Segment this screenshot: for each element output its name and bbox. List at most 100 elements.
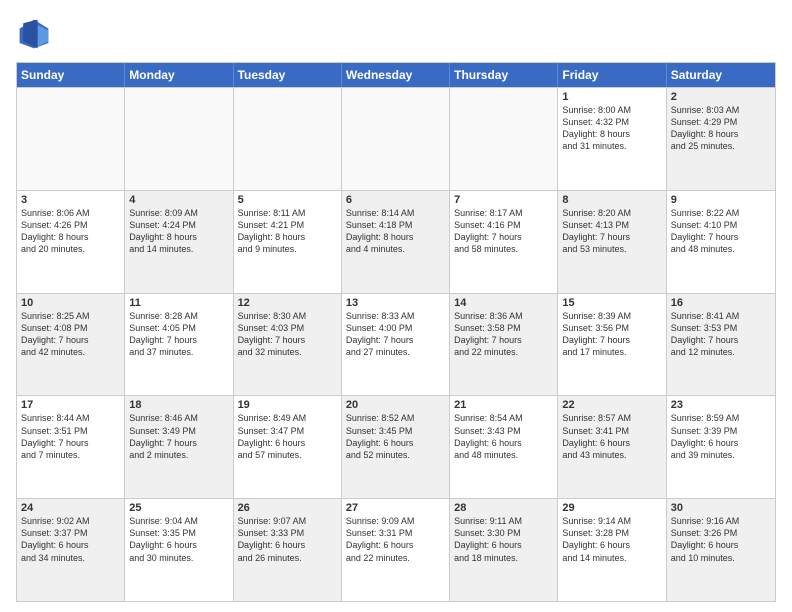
- day-number: 17: [21, 399, 120, 411]
- day-number: 19: [238, 399, 337, 411]
- day-info: Sunrise: 8:57 AM Sunset: 3:41 PM Dayligh…: [562, 412, 661, 461]
- day-info: Sunrise: 8:41 AM Sunset: 3:53 PM Dayligh…: [671, 310, 771, 359]
- logo: [16, 16, 56, 52]
- day-number: 15: [562, 297, 661, 309]
- day-number: 8: [562, 194, 661, 206]
- cal-cell: 20Sunrise: 8:52 AM Sunset: 3:45 PM Dayli…: [342, 396, 450, 498]
- cal-header-cell: Thursday: [450, 63, 558, 87]
- day-info: Sunrise: 8:44 AM Sunset: 3:51 PM Dayligh…: [21, 412, 120, 461]
- logo-icon: [16, 16, 52, 52]
- day-info: Sunrise: 8:06 AM Sunset: 4:26 PM Dayligh…: [21, 207, 120, 256]
- day-info: Sunrise: 9:14 AM Sunset: 3:28 PM Dayligh…: [562, 515, 661, 564]
- calendar: SundayMondayTuesdayWednesdayThursdayFrid…: [16, 62, 776, 602]
- cal-cell: 13Sunrise: 8:33 AM Sunset: 4:00 PM Dayli…: [342, 294, 450, 396]
- cal-cell: 18Sunrise: 8:46 AM Sunset: 3:49 PM Dayli…: [125, 396, 233, 498]
- cal-cell: 7Sunrise: 8:17 AM Sunset: 4:16 PM Daylig…: [450, 191, 558, 293]
- day-number: 5: [238, 194, 337, 206]
- cal-row: 3Sunrise: 8:06 AM Sunset: 4:26 PM Daylig…: [17, 190, 775, 293]
- day-info: Sunrise: 9:02 AM Sunset: 3:37 PM Dayligh…: [21, 515, 120, 564]
- day-info: Sunrise: 8:03 AM Sunset: 4:29 PM Dayligh…: [671, 104, 771, 153]
- day-number: 13: [346, 297, 445, 309]
- cal-cell: 22Sunrise: 8:57 AM Sunset: 3:41 PM Dayli…: [558, 396, 666, 498]
- cal-row: 1Sunrise: 8:00 AM Sunset: 4:32 PM Daylig…: [17, 87, 775, 190]
- day-info: Sunrise: 8:14 AM Sunset: 4:18 PM Dayligh…: [346, 207, 445, 256]
- cal-cell: 23Sunrise: 8:59 AM Sunset: 3:39 PM Dayli…: [667, 396, 775, 498]
- calendar-header: SundayMondayTuesdayWednesdayThursdayFrid…: [17, 63, 775, 87]
- cal-cell: 29Sunrise: 9:14 AM Sunset: 3:28 PM Dayli…: [558, 499, 666, 601]
- cal-row: 17Sunrise: 8:44 AM Sunset: 3:51 PM Dayli…: [17, 395, 775, 498]
- cal-cell: 28Sunrise: 9:11 AM Sunset: 3:30 PM Dayli…: [450, 499, 558, 601]
- cal-cell: 6Sunrise: 8:14 AM Sunset: 4:18 PM Daylig…: [342, 191, 450, 293]
- day-info: Sunrise: 8:33 AM Sunset: 4:00 PM Dayligh…: [346, 310, 445, 359]
- cal-cell: 15Sunrise: 8:39 AM Sunset: 3:56 PM Dayli…: [558, 294, 666, 396]
- day-number: 30: [671, 502, 771, 514]
- day-number: 22: [562, 399, 661, 411]
- day-info: Sunrise: 8:46 AM Sunset: 3:49 PM Dayligh…: [129, 412, 228, 461]
- cal-cell: 16Sunrise: 8:41 AM Sunset: 3:53 PM Dayli…: [667, 294, 775, 396]
- cal-cell: 9Sunrise: 8:22 AM Sunset: 4:10 PM Daylig…: [667, 191, 775, 293]
- day-number: 20: [346, 399, 445, 411]
- cal-cell: 17Sunrise: 8:44 AM Sunset: 3:51 PM Dayli…: [17, 396, 125, 498]
- day-info: Sunrise: 8:20 AM Sunset: 4:13 PM Dayligh…: [562, 207, 661, 256]
- cal-cell: 14Sunrise: 8:36 AM Sunset: 3:58 PM Dayli…: [450, 294, 558, 396]
- day-info: Sunrise: 8:54 AM Sunset: 3:43 PM Dayligh…: [454, 412, 553, 461]
- cal-cell: 26Sunrise: 9:07 AM Sunset: 3:33 PM Dayli…: [234, 499, 342, 601]
- cal-cell: [450, 88, 558, 190]
- day-number: 23: [671, 399, 771, 411]
- day-info: Sunrise: 9:04 AM Sunset: 3:35 PM Dayligh…: [129, 515, 228, 564]
- cal-cell: 21Sunrise: 8:54 AM Sunset: 3:43 PM Dayli…: [450, 396, 558, 498]
- day-number: 12: [238, 297, 337, 309]
- cal-header-cell: Wednesday: [342, 63, 450, 87]
- day-info: Sunrise: 8:11 AM Sunset: 4:21 PM Dayligh…: [238, 207, 337, 256]
- day-number: 18: [129, 399, 228, 411]
- cal-cell: 10Sunrise: 8:25 AM Sunset: 4:08 PM Dayli…: [17, 294, 125, 396]
- day-info: Sunrise: 8:49 AM Sunset: 3:47 PM Dayligh…: [238, 412, 337, 461]
- cal-cell: [234, 88, 342, 190]
- day-info: Sunrise: 9:09 AM Sunset: 3:31 PM Dayligh…: [346, 515, 445, 564]
- cal-cell: 5Sunrise: 8:11 AM Sunset: 4:21 PM Daylig…: [234, 191, 342, 293]
- cal-cell: 25Sunrise: 9:04 AM Sunset: 3:35 PM Dayli…: [125, 499, 233, 601]
- day-number: 16: [671, 297, 771, 309]
- day-number: 4: [129, 194, 228, 206]
- page: SundayMondayTuesdayWednesdayThursdayFrid…: [0, 0, 792, 612]
- cal-cell: 8Sunrise: 8:20 AM Sunset: 4:13 PM Daylig…: [558, 191, 666, 293]
- cal-header-cell: Sunday: [17, 63, 125, 87]
- cal-cell: [125, 88, 233, 190]
- cal-cell: [342, 88, 450, 190]
- day-info: Sunrise: 9:07 AM Sunset: 3:33 PM Dayligh…: [238, 515, 337, 564]
- day-info: Sunrise: 8:39 AM Sunset: 3:56 PM Dayligh…: [562, 310, 661, 359]
- cal-cell: 1Sunrise: 8:00 AM Sunset: 4:32 PM Daylig…: [558, 88, 666, 190]
- cal-header-cell: Saturday: [667, 63, 775, 87]
- day-number: 26: [238, 502, 337, 514]
- day-info: Sunrise: 8:22 AM Sunset: 4:10 PM Dayligh…: [671, 207, 771, 256]
- day-number: 6: [346, 194, 445, 206]
- cal-header-cell: Monday: [125, 63, 233, 87]
- day-info: Sunrise: 8:17 AM Sunset: 4:16 PM Dayligh…: [454, 207, 553, 256]
- cal-cell: 3Sunrise: 8:06 AM Sunset: 4:26 PM Daylig…: [17, 191, 125, 293]
- day-number: 28: [454, 502, 553, 514]
- cal-cell: 27Sunrise: 9:09 AM Sunset: 3:31 PM Dayli…: [342, 499, 450, 601]
- day-info: Sunrise: 8:36 AM Sunset: 3:58 PM Dayligh…: [454, 310, 553, 359]
- cal-cell: 30Sunrise: 9:16 AM Sunset: 3:26 PM Dayli…: [667, 499, 775, 601]
- day-number: 2: [671, 91, 771, 103]
- day-info: Sunrise: 8:30 AM Sunset: 4:03 PM Dayligh…: [238, 310, 337, 359]
- cal-cell: 19Sunrise: 8:49 AM Sunset: 3:47 PM Dayli…: [234, 396, 342, 498]
- cal-cell: 4Sunrise: 8:09 AM Sunset: 4:24 PM Daylig…: [125, 191, 233, 293]
- header: [16, 16, 776, 52]
- day-number: 21: [454, 399, 553, 411]
- day-number: 24: [21, 502, 120, 514]
- cal-cell: 12Sunrise: 8:30 AM Sunset: 4:03 PM Dayli…: [234, 294, 342, 396]
- day-info: Sunrise: 8:52 AM Sunset: 3:45 PM Dayligh…: [346, 412, 445, 461]
- day-number: 25: [129, 502, 228, 514]
- day-number: 1: [562, 91, 661, 103]
- day-info: Sunrise: 8:00 AM Sunset: 4:32 PM Dayligh…: [562, 104, 661, 153]
- day-info: Sunrise: 8:59 AM Sunset: 3:39 PM Dayligh…: [671, 412, 771, 461]
- day-number: 7: [454, 194, 553, 206]
- day-info: Sunrise: 9:11 AM Sunset: 3:30 PM Dayligh…: [454, 515, 553, 564]
- day-info: Sunrise: 9:16 AM Sunset: 3:26 PM Dayligh…: [671, 515, 771, 564]
- day-number: 11: [129, 297, 228, 309]
- day-info: Sunrise: 8:28 AM Sunset: 4:05 PM Dayligh…: [129, 310, 228, 359]
- day-info: Sunrise: 8:09 AM Sunset: 4:24 PM Dayligh…: [129, 207, 228, 256]
- cal-cell: 11Sunrise: 8:28 AM Sunset: 4:05 PM Dayli…: [125, 294, 233, 396]
- cal-cell: [17, 88, 125, 190]
